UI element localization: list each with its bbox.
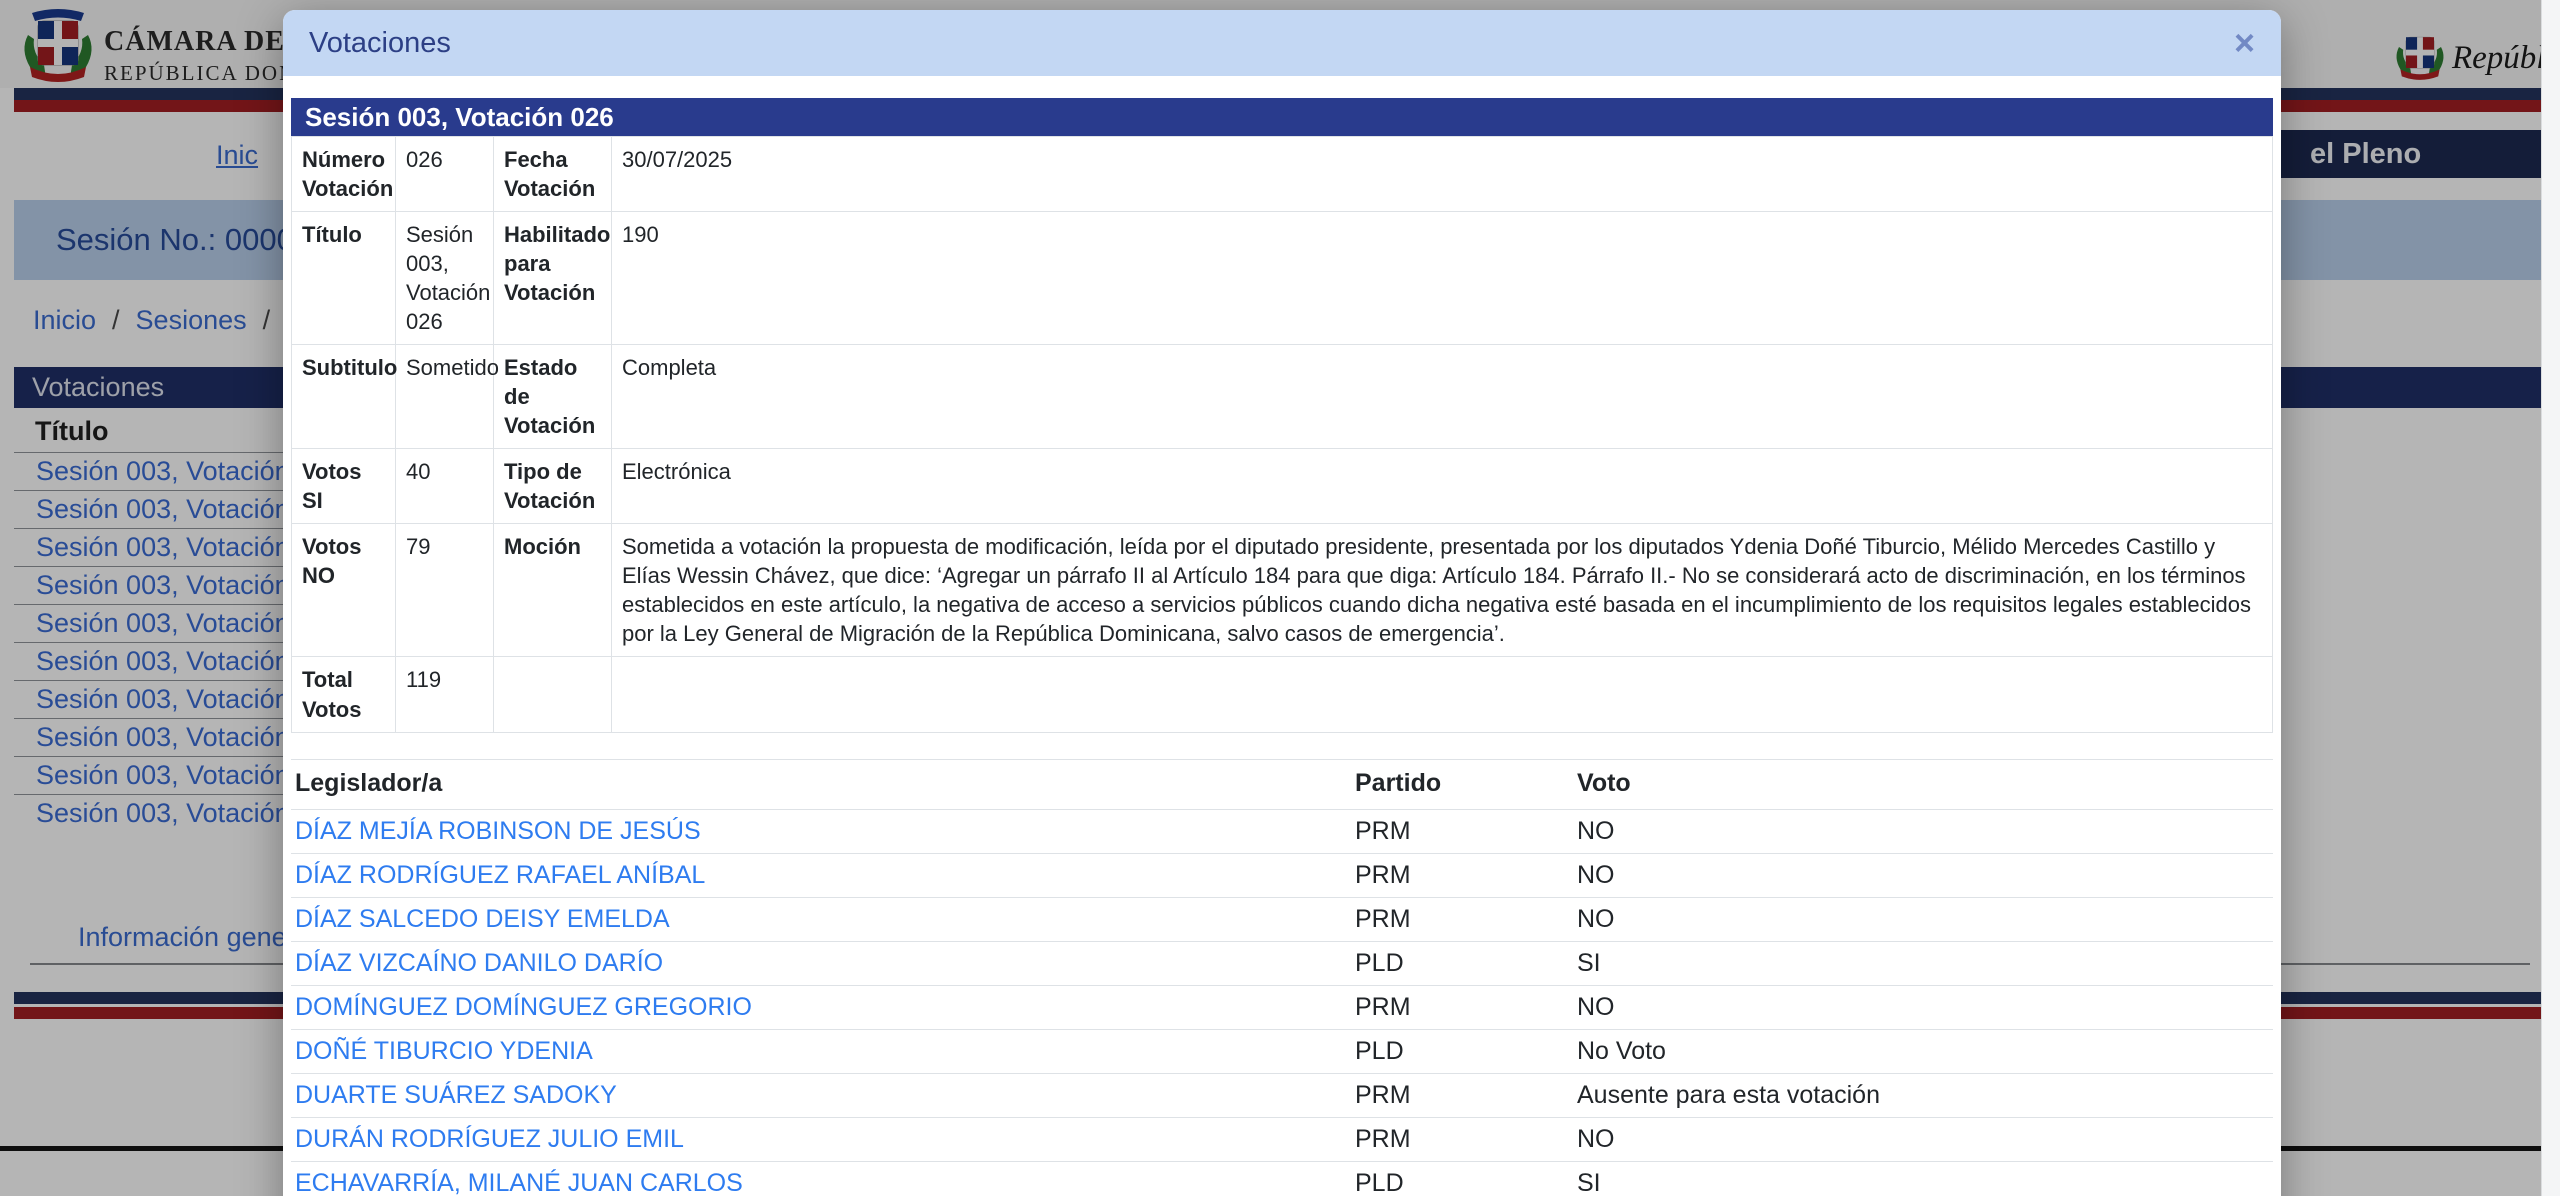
vote-cell: NO: [1573, 897, 2273, 942]
table-row: DÍAZ SALCEDO DEISY EMELDA PRM NO: [291, 897, 2273, 942]
table-row: DUARTE SUÁREZ SADOKY PRM Ausente para es…: [291, 1073, 2273, 1118]
party-cell: PRM: [1351, 853, 1573, 898]
modal-body: Sesión 003, Votación 026 Número Votación…: [283, 76, 2281, 1196]
table-row: DOÑÉ TIBURCIO YDENIA PLD No Voto: [291, 1029, 2273, 1074]
detail-label: [493, 656, 612, 733]
legislator-link[interactable]: DÍAZ RODRÍGUEZ RAFAEL ANÍBAL: [295, 861, 705, 889]
detail-label: Tipo de Votación: [493, 448, 612, 525]
legislator-link[interactable]: DOMÍNGUEZ DOMÍNGUEZ GREGORIO: [295, 993, 752, 1021]
party-cell: PLD: [1351, 1029, 1573, 1074]
table-row: ECHAVARRÍA, MILANÉ JUAN CARLOS PLD SI: [291, 1161, 2273, 1196]
detail-value: 026: [395, 135, 494, 213]
legislator-link[interactable]: DÍAZ SALCEDO DEISY EMELDA: [295, 905, 670, 933]
modal-header: Votaciones ×: [283, 10, 2281, 76]
detail-value: [611, 656, 2273, 733]
detail-value: 40: [395, 448, 494, 525]
party-cell: PLD: [1351, 941, 1573, 986]
legislator-link[interactable]: DÍAZ MEJÍA ROBINSON DE JESÚS: [295, 817, 701, 845]
vote-cell: NO: [1573, 1117, 2273, 1162]
detail-value: 119: [395, 656, 494, 733]
table-row: DÍAZ VIZCAÍNO DANILO DARÍO PLD SI: [291, 941, 2273, 986]
detail-label: Número Votación: [291, 135, 396, 213]
detail-label: Subtitulo: [291, 344, 397, 450]
table-row: Votos NO 79 Moción Sometida a votación l…: [291, 523, 2273, 658]
party-cell: PRM: [1351, 1073, 1573, 1118]
detail-label: Total Votos: [291, 656, 396, 733]
table-row: Número Votación 026 Fecha Votación 30/07…: [291, 135, 2273, 213]
party-cell: PRM: [1351, 985, 1573, 1030]
table-row: Subtitulo Sometido Estado de Votación Co…: [291, 344, 2273, 450]
legislator-link[interactable]: ECHAVARRÍA, MILANÉ JUAN CARLOS: [295, 1169, 743, 1196]
detail-label: Fecha Votación: [493, 135, 612, 213]
table-row: Votos SI 40 Tipo de Votación Electrónica: [291, 448, 2273, 525]
vote-cell: NO: [1573, 985, 2273, 1030]
vote-cell: SI: [1573, 1161, 2273, 1196]
vote-cell: NO: [1573, 809, 2273, 854]
detail-value: Sesión 003, Votación 026: [395, 211, 494, 346]
legislator-link[interactable]: DURÁN RODRÍGUEZ JULIO EMIL: [295, 1125, 684, 1153]
detail-value: 79: [395, 523, 494, 658]
table-row: DURÁN RODRÍGUEZ JULIO EMIL PRM NO: [291, 1117, 2273, 1162]
detail-value: 190: [611, 211, 2273, 346]
detail-value-mocion: Sometida a votación la propuesta de modi…: [611, 523, 2273, 658]
party-cell: PLD: [1351, 1161, 1573, 1196]
legislator-link[interactable]: DUARTE SUÁREZ SADOKY: [295, 1081, 617, 1109]
detail-label: Moción: [493, 523, 612, 658]
page: Cámara de Diputados República Dominicana…: [0, 0, 2560, 1196]
col-header-voto: Voto: [1573, 758, 2273, 810]
detail-value: Electrónica: [611, 448, 2273, 525]
vote-cell: SI: [1573, 941, 2273, 986]
detail-label: Título: [291, 211, 396, 346]
vote-cell: Ausente para esta votación: [1573, 1073, 2273, 1118]
detail-value: Sometido: [395, 344, 499, 450]
party-cell: PRM: [1351, 809, 1573, 854]
detail-label: Votos SI: [291, 448, 396, 525]
table-row: DOMÍNGUEZ DOMÍNGUEZ GREGORIO PRM NO: [291, 985, 2273, 1030]
detail-value: Completa: [611, 344, 2273, 450]
browser-scrollbar-track[interactable]: [2541, 0, 2560, 1196]
vote-cell: No Voto: [1573, 1029, 2273, 1074]
legislator-link[interactable]: DOÑÉ TIBURCIO YDENIA: [295, 1037, 593, 1065]
legislator-link[interactable]: DÍAZ VIZCAÍNO DANILO DARÍO: [295, 949, 663, 977]
party-cell: PRM: [1351, 897, 1573, 942]
table-row: DÍAZ RODRÍGUEZ RAFAEL ANÍBAL PRM NO: [291, 853, 2273, 898]
vote-details-table: Número Votación 026 Fecha Votación 30/07…: [291, 135, 2273, 733]
modal-title: Votaciones: [309, 26, 451, 59]
table-header-row: Legislador/a Partido Voto: [291, 758, 2273, 810]
close-icon[interactable]: ×: [2234, 25, 2255, 61]
party-cell: PRM: [1351, 1117, 1573, 1162]
votaciones-modal: Votaciones × Sesión 003, Votación 026 Nú…: [283, 10, 2281, 1196]
table-row: Título Sesión 003, Votación 026 Habilita…: [291, 211, 2273, 346]
detail-value: 30/07/2025: [611, 135, 2273, 213]
table-row: Total Votos 119: [291, 656, 2273, 733]
col-header-legislador: Legislador/a: [291, 758, 1351, 810]
vote-cell: NO: [1573, 853, 2273, 898]
legislators-table: Legislador/a Partido Voto DÍAZ MEJÍA ROB…: [291, 758, 2273, 1196]
col-header-partido: Partido: [1351, 758, 1573, 810]
detail-label: Habilitado para Votación: [493, 211, 612, 346]
table-row: DÍAZ MEJÍA ROBINSON DE JESÚS PRM NO: [291, 809, 2273, 854]
vote-table-header: Sesión 003, Votación 026: [291, 98, 2273, 136]
detail-label: Estado de Votación: [493, 344, 612, 450]
detail-label: Votos NO: [291, 523, 396, 658]
